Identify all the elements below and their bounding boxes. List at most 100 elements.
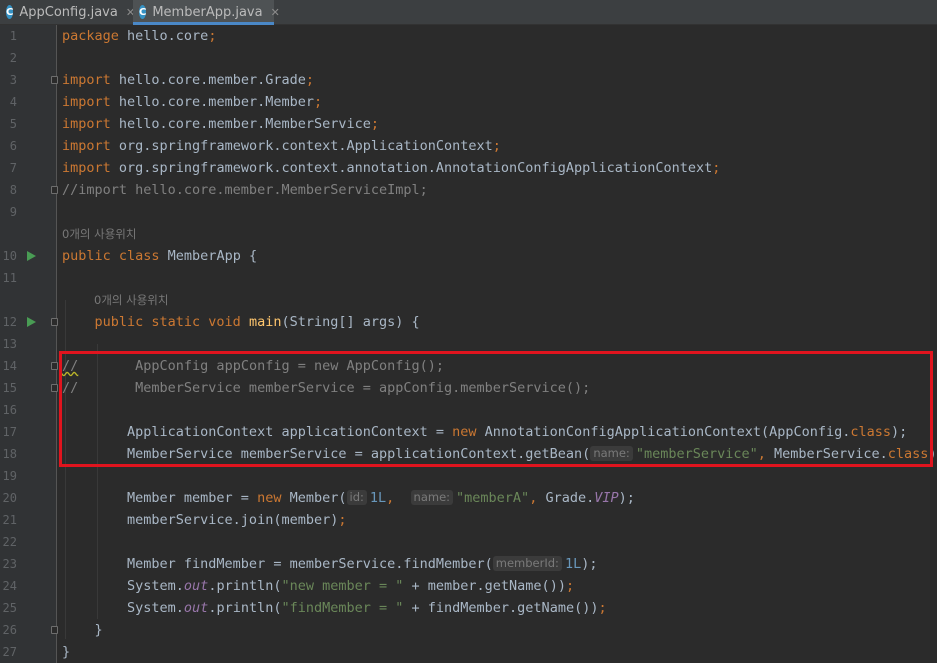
line-number[interactable]: 23 <box>0 553 17 575</box>
code-token: "memberA" <box>456 490 530 506</box>
fold-marker-icon[interactable] <box>51 318 58 326</box>
code-token: MemberApp { <box>167 248 258 264</box>
line-number[interactable]: 27 <box>0 641 17 663</box>
code-token: public class <box>62 248 168 264</box>
code-line: 2 <box>0 47 937 69</box>
code-token: public static void <box>94 314 249 330</box>
code-token: //import hello.core.member.MemberService… <box>62 182 428 198</box>
line-number[interactable]: 10 <box>0 245 17 267</box>
code-text[interactable]: Member findMember = memberService.findMe… <box>62 553 606 575</box>
code-token: , <box>529 490 546 506</box>
highlight-annotation-box <box>59 351 933 467</box>
code-token: org.springframework.context.annotation.A… <box>118 160 713 176</box>
line-number[interactable]: 13 <box>0 333 17 355</box>
line-number[interactable]: 11 <box>0 267 17 289</box>
code-token: , <box>386 490 411 506</box>
run-gutter-icon[interactable] <box>27 251 36 261</box>
code-token: package <box>62 28 128 44</box>
code-text[interactable]: System.out.println("new member = " + mem… <box>62 575 574 597</box>
line-number[interactable]: 20 <box>0 487 17 509</box>
code-token: import <box>62 138 119 154</box>
line-number[interactable]: 19 <box>0 465 17 487</box>
line-number[interactable]: 24 <box>0 575 17 597</box>
fold-marker-icon[interactable] <box>51 186 58 194</box>
code-token: memberService.join(member) <box>62 512 339 528</box>
code-token: import <box>62 72 119 88</box>
line-number[interactable]: 17 <box>0 421 17 443</box>
code-token: "findMember = " <box>281 600 404 616</box>
code-token: hello.core.member.MemberService <box>118 116 371 132</box>
line-number[interactable]: 4 <box>0 91 17 113</box>
code-text[interactable]: package hello.core; <box>62 25 216 47</box>
line-number[interactable]: 6 <box>0 135 17 157</box>
code-token: .println( <box>208 600 282 616</box>
code-text[interactable]: memberService.join(member); <box>62 509 346 531</box>
code-line: 8 //import hello.core.member.MemberServic… <box>0 179 937 201</box>
usage-hint[interactable]: 0개의 사용위치 <box>94 289 168 311</box>
run-gutter-icon[interactable] <box>27 317 36 327</box>
code-token: ; <box>338 512 347 528</box>
line-number[interactable]: 3 <box>0 69 17 91</box>
line-number[interactable]: 16 <box>0 399 17 421</box>
code-text[interactable]: } <box>62 641 70 663</box>
code-line: 25 System.out.println("findMember = " + … <box>0 597 937 619</box>
fold-marker-icon[interactable] <box>51 76 58 84</box>
line-number[interactable]: 26 <box>0 619 17 641</box>
code-token: hello.core.member.Grade <box>118 72 306 88</box>
code-editor[interactable]: 1 package hello.core; 2 3 import hello.core.… <box>0 25 937 663</box>
code-text[interactable]: Member member = new Member(id: 1L, name: "… <box>62 487 643 509</box>
code-token: org.springframework.context.ApplicationC… <box>118 138 493 154</box>
code-text[interactable]: } <box>62 619 103 641</box>
code-token: Grade. <box>545 490 595 506</box>
line-number[interactable]: 9 <box>0 201 17 223</box>
line-number[interactable]: 25 <box>0 597 17 619</box>
line-number[interactable]: 18 <box>0 443 17 465</box>
parameter-hint: memberId: <box>492 556 562 571</box>
code-token: Member( <box>289 490 347 506</box>
line-number[interactable]: 22 <box>0 531 17 553</box>
code-text[interactable]: System.out.println("findMember = " + fin… <box>62 597 607 619</box>
code-text[interactable]: import hello.core.member.MemberService; <box>62 113 379 135</box>
code-token: ); <box>581 556 606 572</box>
line-number[interactable]: 12 <box>0 311 17 333</box>
parameter-hint: id: <box>346 490 367 505</box>
code-token: hello.core <box>127 28 209 44</box>
code-text[interactable]: public static void main(String[] args) { <box>62 311 420 333</box>
usage-hint-row: 0개의 사용위치 <box>0 289 937 311</box>
line-number[interactable]: 21 <box>0 509 17 531</box>
line-number[interactable]: 2 <box>0 47 17 69</box>
fold-marker-icon[interactable] <box>51 362 58 370</box>
tab-appconfig[interactable]: C AppConfig.java ✕ <box>0 0 135 24</box>
code-token: VIP <box>594 490 619 506</box>
code-line: 11 <box>0 267 937 289</box>
code-text[interactable]: import hello.core.member.Member; <box>62 91 322 113</box>
code-token: ; <box>492 138 501 154</box>
code-token: ); <box>618 490 644 506</box>
code-token: ; <box>313 94 323 110</box>
code-text[interactable]: //import hello.core.member.MemberService… <box>62 179 428 201</box>
code-line: 7 import org.springframework.context.anno… <box>0 157 937 179</box>
line-number[interactable]: 7 <box>0 157 17 179</box>
code-token: System. <box>62 578 184 594</box>
line-number[interactable]: 5 <box>0 113 17 135</box>
close-tab-icon[interactable]: ✕ <box>271 6 280 19</box>
fold-marker-icon[interactable] <box>51 626 58 634</box>
usage-hint[interactable]: 0개의 사용위치 <box>62 223 136 245</box>
line-number[interactable]: 14 <box>0 355 17 377</box>
code-text[interactable]: import org.springframework.context.annot… <box>62 157 720 179</box>
code-token: System. <box>62 600 184 616</box>
tab-label: MemberApp.java <box>152 4 263 20</box>
line-number[interactable]: 1 <box>0 25 17 47</box>
code-line: 4 import hello.core.member.Member; <box>0 91 937 113</box>
tab-memberapp[interactable]: C MemberApp.java ✕ <box>133 0 280 25</box>
code-text[interactable]: import org.springframework.context.Appli… <box>62 135 501 157</box>
code-text[interactable]: public class MemberApp { <box>62 245 257 267</box>
code-token: + member.getName()) <box>403 578 566 594</box>
line-number[interactable]: 8 <box>0 179 17 201</box>
fold-marker-icon[interactable] <box>51 384 58 392</box>
line-number[interactable]: 15 <box>0 377 17 399</box>
code-text[interactable]: import hello.core.member.Grade; <box>62 69 314 91</box>
code-line: 1 package hello.core; <box>0 25 937 47</box>
code-line: 21 memberService.join(member); <box>0 509 937 531</box>
